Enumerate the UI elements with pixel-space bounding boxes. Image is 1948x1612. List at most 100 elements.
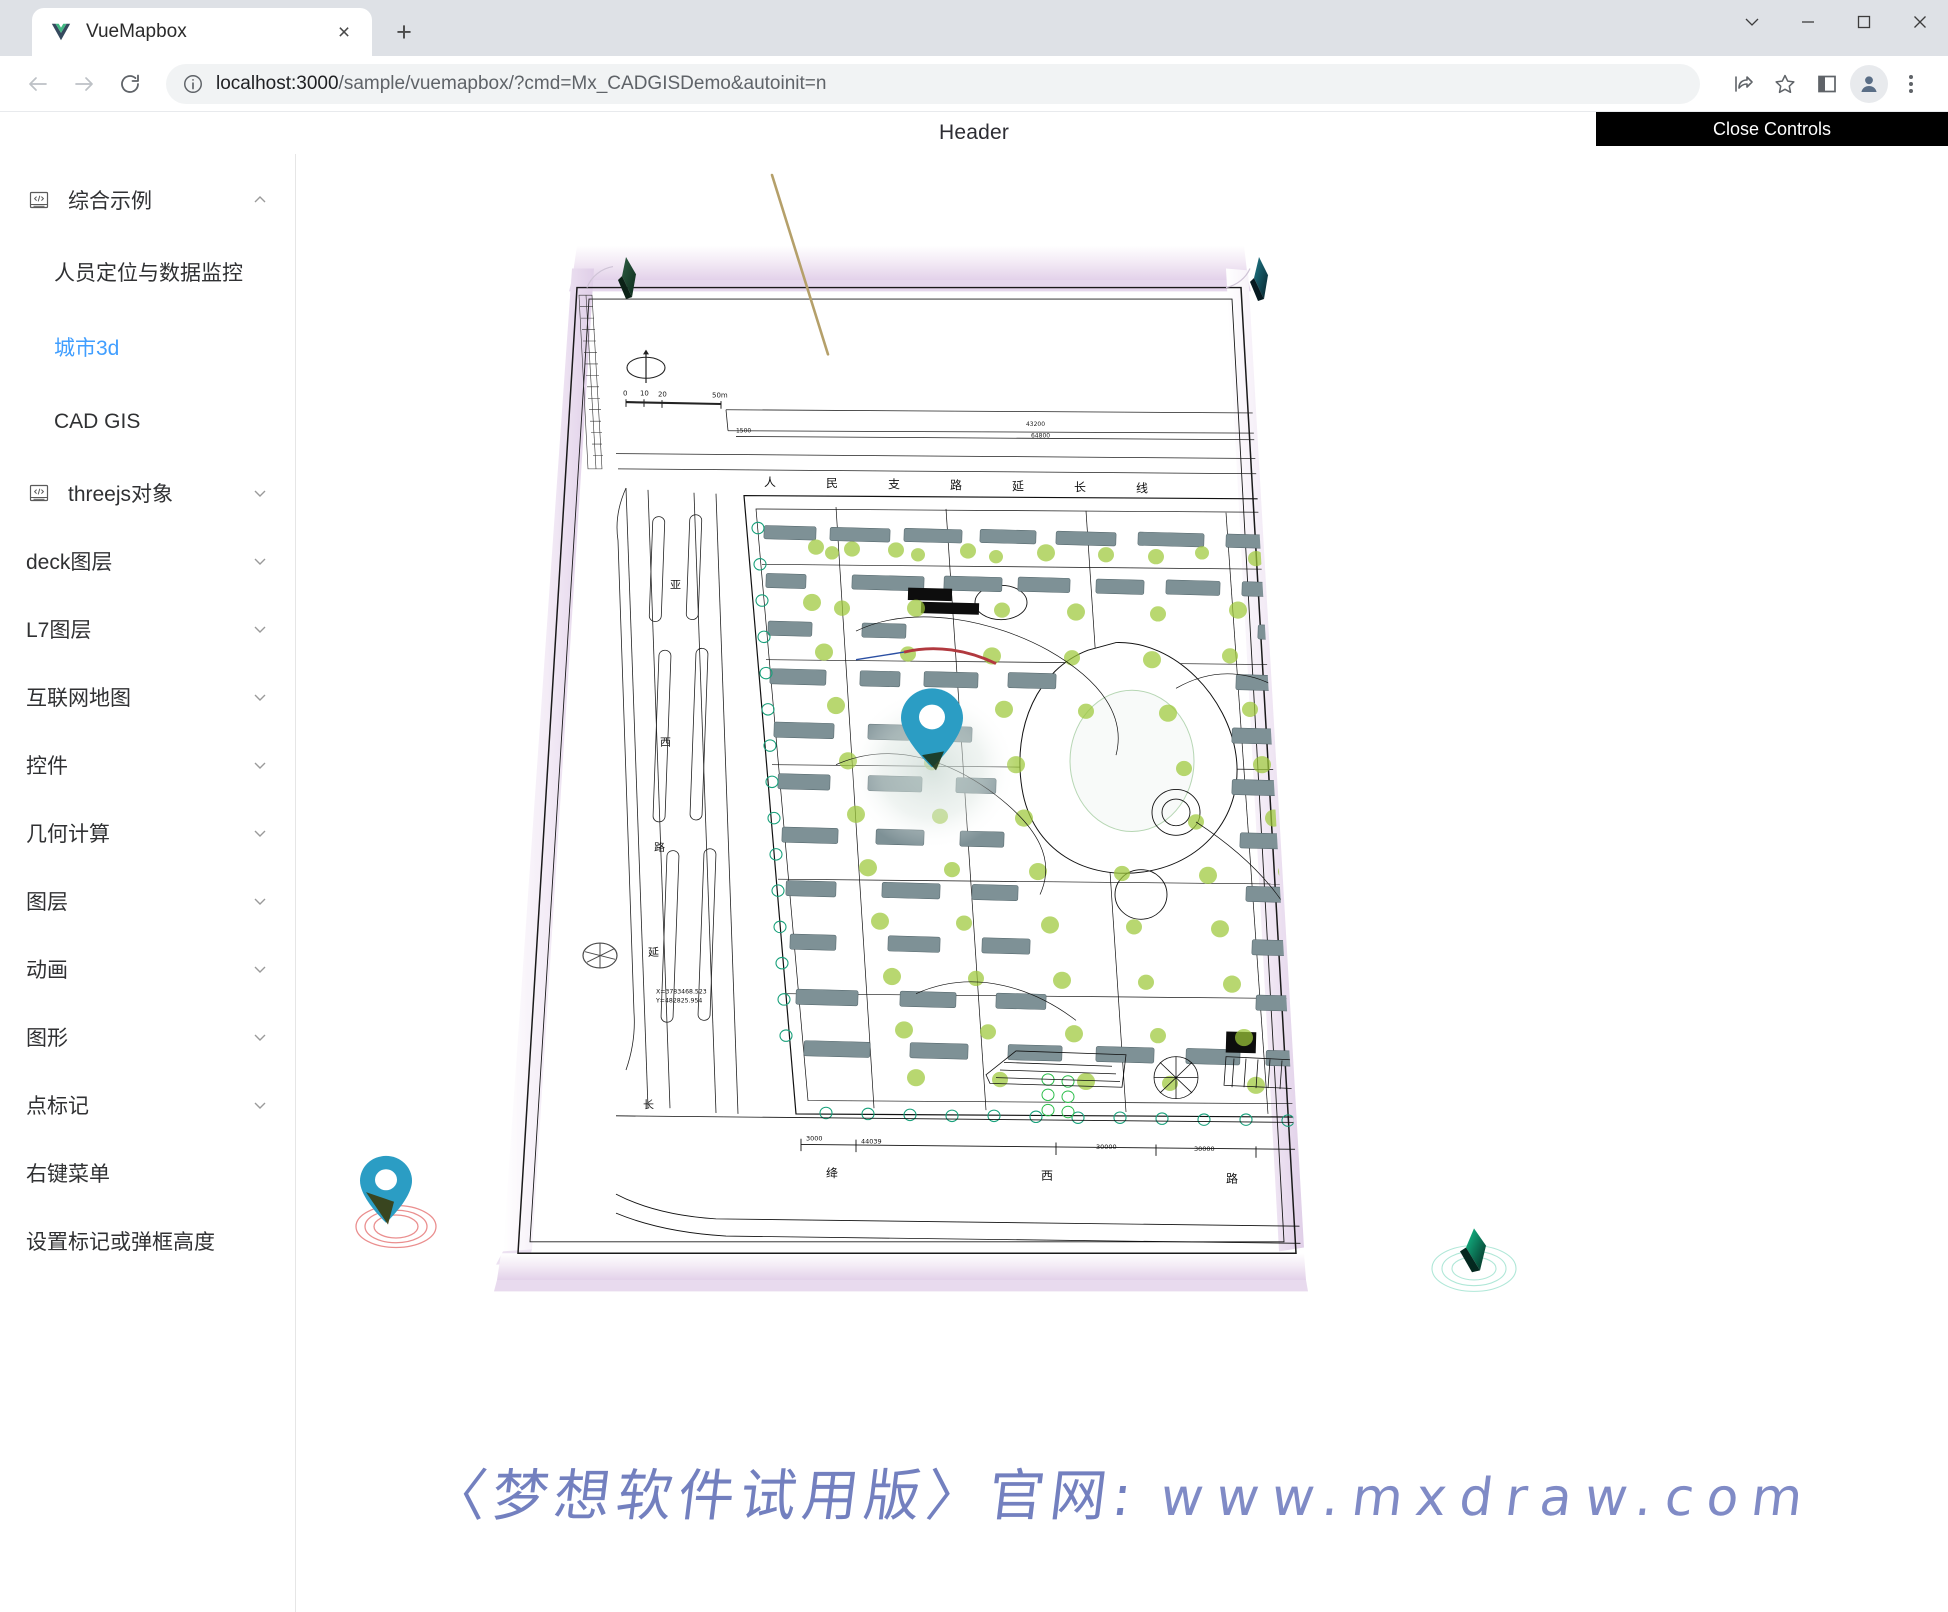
- sidebar-group-2[interactable]: deck图层: [0, 527, 295, 595]
- svg-text:庆: 庆: [1406, 755, 1417, 768]
- sidebar-group-6[interactable]: 几何计算: [0, 799, 295, 867]
- browser-tab[interactable]: VueMapbox ×: [32, 8, 372, 56]
- svg-text:5600㎡: 5600㎡: [658, 1358, 676, 1365]
- svg-text:44039: 44039: [861, 1139, 882, 1146]
- chevron-down-icon[interactable]: [251, 688, 269, 706]
- cad-gis-map-canvas[interactable]: 0 10 20 50m 43200 64800 1500 1500 人 民 支 …: [296, 154, 1948, 1612]
- sidebar-group-0[interactable]: 综合示例: [0, 166, 295, 234]
- scale-bar: 0 10 20 50m: [623, 390, 728, 409]
- svg-text:地下车库: 地下车库: [606, 1357, 627, 1364]
- sidebar-group-label: 控件: [26, 755, 68, 778]
- svg-text:西: 西: [660, 736, 671, 749]
- sidebar-group-10[interactable]: 点标记: [0, 1071, 295, 1139]
- svg-text:1500: 1500: [1331, 433, 1347, 439]
- code-doc-icon: [26, 187, 52, 213]
- sidebar-navigation[interactable]: 综合示例 人员定位与数据监控 城市3d CAD GIS threejs对象 deck图层 L…: [0, 154, 296, 1612]
- share-icon[interactable]: [1724, 65, 1762, 103]
- chevron-down-icon[interactable]: [251, 484, 269, 502]
- close-icon[interactable]: [1892, 0, 1948, 44]
- new-tab-button[interactable]: +: [384, 12, 424, 52]
- chevron-down-icon[interactable]: [1724, 0, 1780, 44]
- svg-text:10: 10: [640, 390, 649, 398]
- north-arrow-symbol: [626, 349, 666, 384]
- road-title-label: 人民支 路延长线: [764, 475, 1148, 494]
- svg-text:25006㎡: 25006㎡: [662, 1420, 684, 1427]
- split-screen-icon[interactable]: [1808, 65, 1846, 103]
- sidebar-group-1[interactable]: threejs对象: [0, 459, 295, 527]
- sidebar-item-0-2[interactable]: CAD GIS: [0, 384, 295, 459]
- svg-text:民: 民: [826, 476, 838, 490]
- chevron-down-icon[interactable]: [251, 960, 269, 978]
- three-dot-menu-icon[interactable]: [1892, 65, 1930, 103]
- svg-text:延: 延: [1422, 984, 1433, 997]
- planting-symbols: [1041, 1073, 1075, 1119]
- sidebar-group-4[interactable]: 互联网地图: [0, 663, 295, 731]
- marker-cone-bottom-right[interactable]: [1431, 1228, 1517, 1292]
- maximize-icon[interactable]: [1836, 0, 1892, 44]
- sidebar-item-0-0[interactable]: 人员定位与数据监控: [0, 234, 295, 309]
- sidebar-group-label: 设置标记或弹框高度: [26, 1231, 215, 1254]
- marker-cone-top-right[interactable]: [1250, 257, 1268, 301]
- svg-text:场平面图: 场平面图: [1181, 1390, 1209, 1399]
- reload-button[interactable]: [110, 64, 150, 104]
- site-plan-block: [743, 495, 1301, 1127]
- svg-text:6. 建筑物外设置量量，效法为参考点。: 6. 建筑物外设置量量，效法为参考点。: [858, 1349, 955, 1357]
- svg-text:支: 支: [888, 477, 900, 491]
- sidebar-group-label: 点标记: [26, 1095, 89, 1118]
- sidebar-group-12[interactable]: 设置标记或弹框高度: [0, 1207, 295, 1275]
- marker-pin-bottom-left[interactable]: [355, 1155, 437, 1249]
- chevron-down-icon[interactable]: [251, 892, 269, 910]
- sidebar-group-9[interactable]: 图形: [0, 1003, 295, 1071]
- sidebar-group-7[interactable]: 图层: [0, 867, 295, 935]
- sidebar-item-0-1[interactable]: 城市3d: [0, 309, 295, 384]
- sidebar-group-label: deck图层: [26, 551, 113, 574]
- url-path: /sample/vuemapbox/?cmd=Mx_CADGISDemo&aut…: [338, 72, 827, 94]
- chevron-down-icon[interactable]: [251, 824, 269, 842]
- tab-close-icon[interactable]: ×: [330, 18, 358, 46]
- svg-text:总建筑面积: 总建筑面积: [603, 1295, 629, 1302]
- chevron-up-icon[interactable]: [251, 191, 269, 209]
- svg-text:4285㎡: 4285㎡: [657, 1346, 675, 1353]
- svg-text:广场: 广场: [609, 1407, 619, 1414]
- back-button[interactable]: [18, 64, 58, 104]
- chevron-down-icon[interactable]: [251, 756, 269, 774]
- svg-text:建筑密度: 建筑密度: [610, 1419, 631, 1426]
- svg-text:20: 20: [658, 391, 667, 399]
- chevron-down-icon[interactable]: [251, 1096, 269, 1114]
- browser-toolbar: localhost:3000/sample/vuemapbox/?cmd=Mx_…: [0, 56, 1948, 112]
- minimize-icon[interactable]: [1780, 0, 1836, 44]
- svg-text:路: 路: [950, 478, 962, 492]
- vertical-road-labels: 亚西路 延长: [643, 578, 681, 1111]
- svg-text:公建配套: 公建配套: [605, 1345, 626, 1352]
- marker-pin-center[interactable]: [847, 688, 1017, 851]
- vue-logo-icon: [51, 23, 71, 41]
- svg-text:267900㎡: 267900㎡: [656, 1296, 681, 1303]
- star-icon[interactable]: [1766, 65, 1804, 103]
- svg-text:30000: 30000: [1096, 1144, 1117, 1151]
- svg-text:长: 长: [643, 1098, 654, 1111]
- svg-text:长: 长: [1074, 480, 1086, 494]
- svg-text:50m: 50m: [712, 391, 728, 399]
- sidebar-group-8[interactable]: 动画: [0, 935, 295, 1003]
- url-text: localhost:3000/sample/vuemapbox/?cmd=Mx_…: [216, 73, 826, 95]
- svg-text:亚: 亚: [670, 578, 681, 591]
- window-controls: [1724, 0, 1948, 44]
- sidebar-group-11[interactable]: 右键菜单: [0, 1139, 295, 1207]
- forward-button[interactable]: [64, 64, 104, 104]
- sidebar-group-label: L7图层: [26, 619, 92, 642]
- sidebar-group-3[interactable]: L7图层: [0, 595, 295, 663]
- blue-annotation-line: [855, 651, 905, 661]
- chevron-down-icon[interactable]: [251, 620, 269, 638]
- sidebar-group-label: 动画: [26, 959, 68, 982]
- profile-avatar-icon[interactable]: [1850, 64, 1888, 103]
- svg-text:西: 西: [1041, 1169, 1053, 1183]
- sidebar-group-5[interactable]: 控件: [0, 731, 295, 799]
- address-bar[interactable]: localhost:3000/sample/vuemapbox/?cmd=Mx_…: [166, 63, 1700, 104]
- chevron-down-icon[interactable]: [251, 552, 269, 570]
- tab-title: VueMapbox: [86, 21, 187, 42]
- svg-text:122000: 122000: [1336, 1149, 1361, 1156]
- toolbar-actions: [1724, 64, 1930, 103]
- svg-text:路: 路: [1414, 869, 1425, 882]
- marker-diamond-left[interactable]: [582, 942, 618, 969]
- chevron-down-icon[interactable]: [251, 1028, 269, 1046]
